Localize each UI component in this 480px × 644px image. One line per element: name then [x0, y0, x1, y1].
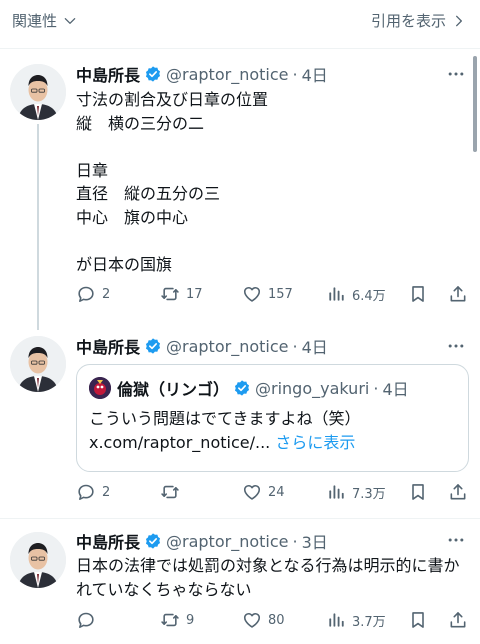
- author-name[interactable]: 中島所長: [76, 62, 140, 86]
- dot-separator: ·: [292, 531, 298, 551]
- thread-line: [37, 124, 39, 330]
- quoted-header: 倫獄（リンゴ） @ringo_yakuri · 4日: [117, 376, 409, 400]
- heart-icon: [242, 284, 262, 304]
- tweet[interactable]: 中島所長 @raptor_notice · 4日 寸法の割合及び日章の位置 縦 …: [0, 50, 480, 330]
- author-name[interactable]: 中島所長: [76, 529, 140, 553]
- bookmark-button[interactable]: [408, 610, 428, 630]
- author-handle[interactable]: @raptor_notice: [166, 65, 288, 84]
- repost-icon: [160, 610, 180, 630]
- timestamp[interactable]: 3日: [302, 529, 328, 553]
- repost-count: 17: [186, 286, 203, 302]
- repost-count: 9: [186, 612, 195, 628]
- like-count: 157: [268, 286, 293, 302]
- quoted-avatar: [89, 377, 111, 399]
- views-icon: [326, 482, 346, 502]
- views-icon: [326, 284, 346, 304]
- bookmark-button[interactable]: [408, 482, 428, 502]
- tweet-text: 寸法の割合及び日章の位置 縦 横の三分の二 日章 直径 縦の五分の三 中心 旗の…: [76, 90, 269, 274]
- reply-button[interactable]: 2: [76, 284, 110, 304]
- views-count: 3.7万: [352, 614, 386, 630]
- verified-badge-icon: [144, 65, 162, 83]
- reply-button[interactable]: [76, 610, 102, 630]
- tweet-actions: 2 17 157 6.4万: [76, 284, 471, 308]
- views-count: 6.4万: [352, 288, 386, 304]
- sort-dropdown[interactable]: 関連性: [12, 10, 77, 31]
- more-options-icon[interactable]: [446, 336, 466, 356]
- like-button[interactable]: 80: [242, 610, 285, 630]
- reply-button[interactable]: 2: [76, 482, 110, 502]
- tweet[interactable]: 中島所長 @raptor_notice · 3日 日本の法律では処罰の対象となる…: [0, 520, 480, 644]
- show-more-link[interactable]: さらに表示: [275, 433, 355, 452]
- view-quotes-link[interactable]: 引用を表示: [371, 10, 466, 31]
- quoted-timestamp: 4日: [382, 380, 409, 399]
- like-count: 80: [268, 612, 285, 628]
- views-button[interactable]: 7.3万: [326, 482, 386, 502]
- tweet-header: 中島所長 @raptor_notice · 4日: [76, 62, 328, 86]
- more-options-icon[interactable]: [446, 64, 466, 84]
- tweet-header: 中島所長 @raptor_notice · 3日: [76, 529, 328, 553]
- reply-icon: [76, 284, 96, 304]
- share-button[interactable]: [448, 482, 468, 502]
- views-button[interactable]: 3.7万: [326, 610, 386, 630]
- avatar[interactable]: [10, 532, 66, 588]
- author-name[interactable]: 中島所長: [76, 334, 140, 358]
- verified-badge-icon: [144, 337, 162, 355]
- timestamp[interactable]: 4日: [302, 334, 328, 358]
- reply-icon: [76, 610, 96, 630]
- like-button[interactable]: 157: [242, 284, 293, 304]
- like-count: 24: [268, 484, 285, 500]
- view-quotes-label: 引用を表示: [370, 12, 446, 30]
- scrollbar[interactable]: [473, 56, 477, 152]
- tweet[interactable]: 中島所長 @raptor_notice · 4日 倫獄（リンゴ） @ringo_…: [0, 330, 480, 516]
- repost-button[interactable]: 17: [160, 284, 203, 304]
- sort-label: 関連性: [12, 12, 58, 30]
- avatar[interactable]: [10, 336, 66, 392]
- chevron-down-icon: [64, 17, 76, 24]
- quoted-tweet[interactable]: 倫獄（リンゴ） @ringo_yakuri · 4日 こういう問題はでてきますよ…: [76, 364, 469, 472]
- divider: [0, 48, 480, 49]
- reply-count: 2: [102, 286, 111, 302]
- bookmark-icon: [408, 482, 428, 502]
- author-handle[interactable]: @raptor_notice: [166, 337, 288, 356]
- reply-count: 2: [102, 484, 111, 500]
- views-icon: [326, 610, 346, 630]
- timestamp[interactable]: 4日: [302, 62, 328, 86]
- quoted-author-handle: @ringo_yakuri: [255, 378, 370, 398]
- tweet-header: 中島所長 @raptor_notice · 4日: [76, 334, 328, 358]
- bookmark-icon: [408, 284, 428, 304]
- dot-separator: ·: [292, 64, 298, 84]
- chevron-right-icon: [456, 15, 462, 26]
- share-icon: [448, 482, 468, 502]
- avatar[interactable]: [10, 64, 66, 120]
- divider: [0, 518, 480, 519]
- verified-badge-icon: [144, 532, 162, 550]
- quoted-text: こういう問題はでてきますよね（笑） x.com/raptor_notice/..…: [89, 407, 459, 455]
- like-button[interactable]: 24: [242, 482, 285, 502]
- share-button[interactable]: [448, 284, 468, 304]
- dot-separator: ·: [373, 378, 379, 398]
- bookmark-button[interactable]: [408, 284, 428, 304]
- more-options-icon[interactable]: [446, 530, 466, 550]
- author-handle[interactable]: @raptor_notice: [166, 532, 288, 551]
- views-count: 7.3万: [352, 486, 386, 502]
- repost-icon: [160, 284, 180, 304]
- dot-separator: ·: [292, 336, 298, 356]
- share-icon: [448, 284, 468, 304]
- share-button[interactable]: [448, 610, 468, 630]
- repost-icon: [160, 482, 180, 502]
- reply-icon: [76, 482, 96, 502]
- tweet-actions: 9 80 3.7万: [76, 610, 471, 634]
- share-icon: [448, 610, 468, 630]
- repost-button[interactable]: [160, 482, 186, 502]
- tweet-text: 日本の法律では処罰の対象となる行為は明示的に書かれていなくちゃならない: [76, 556, 460, 599]
- quoted-author-name: 倫獄（リンゴ）: [117, 380, 230, 399]
- tweet-actions: 2 24 7.3万: [76, 482, 471, 506]
- reply-header: 関連性 引用を表示: [0, 0, 480, 44]
- bookmark-icon: [408, 610, 428, 630]
- views-button[interactable]: 6.4万: [326, 284, 386, 304]
- verified-badge-icon: [233, 379, 251, 397]
- repost-button[interactable]: 9: [160, 610, 194, 630]
- heart-icon: [242, 482, 262, 502]
- heart-icon: [242, 610, 262, 630]
